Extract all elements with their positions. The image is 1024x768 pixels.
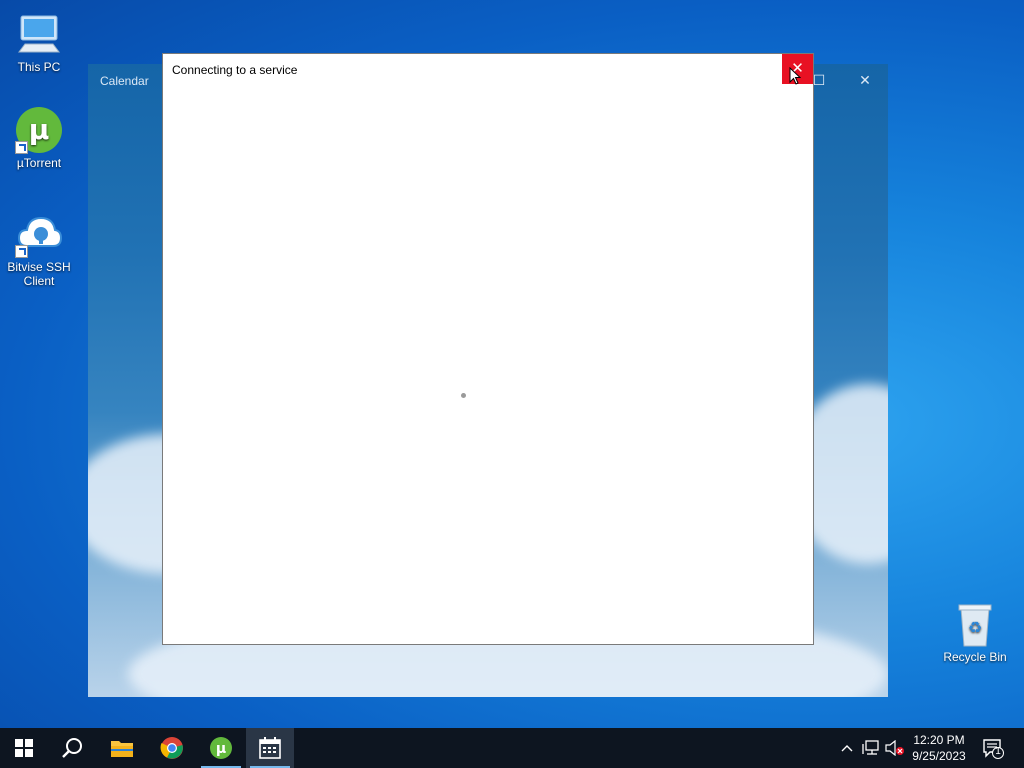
start-button[interactable] [0,728,48,768]
calendar-title: Calendar [100,74,149,88]
network-icon [862,740,879,755]
search-button[interactable] [48,728,96,768]
taskbar: µ 12:20 PM 9/25/2023 1 [0,728,1024,768]
utorrent-icon: µ [210,737,232,759]
clock-time: 12:20 PM [913,733,965,747]
mouse-cursor-icon [789,67,801,85]
taskbar-utorrent[interactable]: µ [197,728,245,768]
desktop-icon-label: This PC [17,60,61,74]
desktop-icon-label: Recycle Bin [943,650,1007,664]
network-status[interactable] [860,728,882,768]
desktop-icon-recycle-bin[interactable]: ♻ Recycle Bin [939,600,1011,664]
folder-icon [111,741,133,757]
calendar-close-button[interactable]: ✕ [842,64,888,96]
taskbar-clock[interactable]: 12:20 PM 9/25/2023 [904,732,974,764]
svg-text:µ: µ [216,741,226,757]
svg-text:µ: µ [29,113,50,146]
chrome-icon [160,737,183,759]
taskbar-file-explorer[interactable] [98,728,146,768]
chevron-up-icon [841,745,853,752]
clock-date: 9/25/2023 [912,749,966,763]
desktop-icon-utorrent[interactable]: µ µTorrent [3,106,75,170]
taskbar-calendar[interactable] [246,728,294,768]
action-center-button[interactable]: 1 [980,728,1006,768]
taskbar-chrome[interactable] [148,728,196,768]
notification-count-badge: 1 [995,746,1001,757]
dialog-title: Connecting to a service [172,63,298,77]
connecting-dialog: Connecting to a service ✕ [162,53,814,645]
desktop-icon-this-pc[interactable]: This PC [3,10,75,74]
volume-muted-icon [885,740,904,756]
utorrent-icon: µ [15,106,63,154]
desktop-icon-label: µTorrent [16,156,62,170]
loading-spinner [461,393,466,398]
shortcut-arrow-icon [15,141,28,154]
calendar-icon [259,737,281,759]
windows-logo-icon [15,739,33,757]
search-icon [62,738,82,758]
recycle-bin-icon: ♻ [951,600,999,648]
shortcut-arrow-icon [15,245,28,258]
desktop-icon-bitvise[interactable]: Bitvise SSH Client [3,210,75,288]
computer-icon [15,10,63,58]
bitvise-icon [15,210,63,258]
volume-control[interactable] [884,728,906,768]
desktop-icon-label: Bitvise SSH Client [7,260,71,288]
svg-text:♻: ♻ [968,618,982,637]
tray-overflow-chevron[interactable] [838,728,856,768]
